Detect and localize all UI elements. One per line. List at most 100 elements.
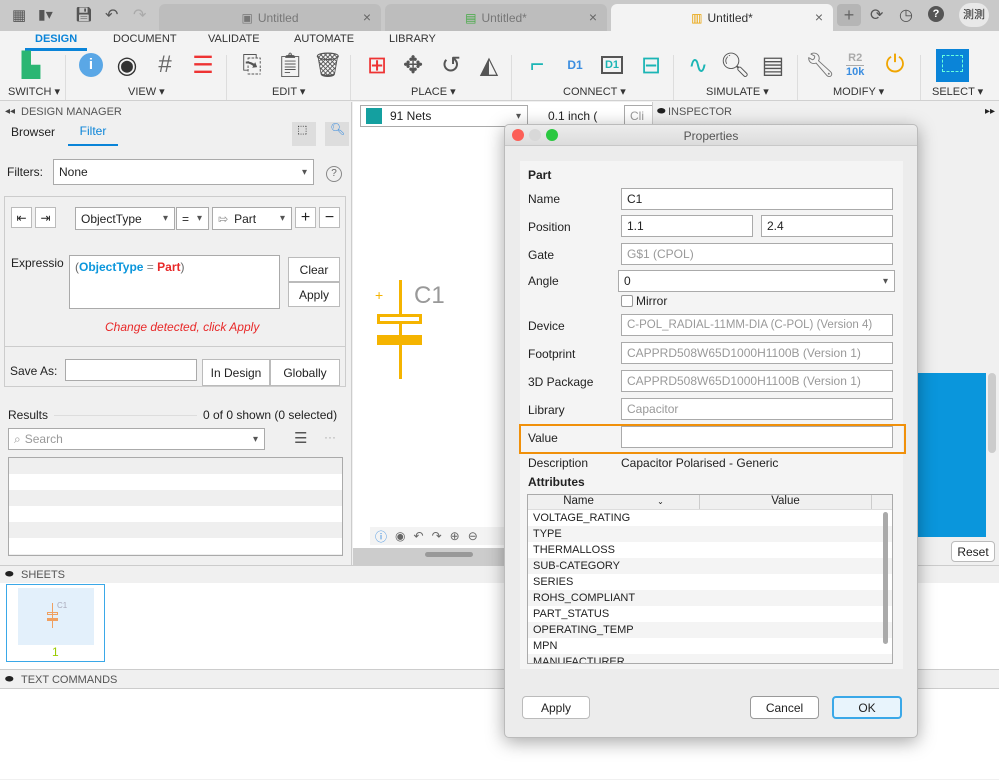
table-row[interactable]: SERIES <box>528 574 892 590</box>
extensions-icon[interactable]: ⟳ <box>870 5 883 25</box>
label-icon[interactable]: D1 <box>597 50 627 80</box>
name-field[interactable]: C1 <box>621 188 893 210</box>
doc-tab-3[interactable]: ▥ Untitled* × <box>611 4 833 31</box>
zoom-out-icon[interactable]: ⊖ <box>468 529 478 543</box>
filters-select[interactable]: None <box>53 159 314 185</box>
part-label[interactable]: C1 <box>414 282 445 310</box>
net-icon[interactable]: ⌐ <box>522 50 552 80</box>
redo-icon[interactable]: ↷ <box>133 5 146 25</box>
table-row[interactable]: PART_STATUS <box>528 606 892 622</box>
tab-automate[interactable]: AUTOMATE <box>294 33 354 45</box>
connector-icon[interactable]: ⏻ <box>880 50 910 80</box>
save-icon[interactable]: 💾︎ <box>75 6 93 23</box>
inspector-scrollbar[interactable] <box>988 373 996 453</box>
results-list[interactable] <box>8 457 343 556</box>
tab-design[interactable]: DESIGN <box>25 33 88 51</box>
grid-icon[interactable]: # <box>150 50 180 80</box>
edit-group-label[interactable]: EDIT ▾ <box>272 85 305 98</box>
apply-button[interactable]: Apply <box>522 696 590 719</box>
name-icon[interactable]: D1 <box>560 50 590 80</box>
save-in-design-button[interactable]: In Design <box>202 359 270 386</box>
cancel-button[interactable]: Cancel <box>750 696 819 719</box>
collapse-icon[interactable]: ⬬ <box>657 106 666 117</box>
expand-icon[interactable]: ▸▸ <box>985 106 995 117</box>
copy-icon[interactable]: ⎘ <box>237 50 267 80</box>
capacitor-plate-negative[interactable] <box>377 335 422 345</box>
eye-icon[interactable]: ◉ <box>112 50 142 80</box>
wrench-icon[interactable]: 🔧︎ <box>805 50 835 80</box>
select-group-label[interactable]: SELECT ▾ <box>932 85 983 98</box>
undo-icon[interactable]: ↶ <box>105 5 118 25</box>
tab-library[interactable]: LIBRARY <box>389 33 436 45</box>
close-icon[interactable]: × <box>363 9 371 25</box>
paste-icon[interactable]: 📋︎ <box>275 50 305 80</box>
layers-icon[interactable]: ☰ <box>188 50 218 80</box>
angle-select[interactable]: 0 <box>618 270 895 292</box>
connect-group-label[interactable]: CONNECT ▾ <box>563 85 626 98</box>
pinswap-icon[interactable]: ⊟ <box>636 50 666 80</box>
remove-condition-button[interactable]: − <box>319 207 340 228</box>
close-icon[interactable]: × <box>815 9 823 25</box>
sine-icon[interactable]: ∿ <box>683 50 713 80</box>
tab-document[interactable]: DOCUMENT <box>113 33 177 45</box>
select-icon[interactable] <box>936 49 969 82</box>
outdent-button[interactable]: ⇤ <box>11 207 32 228</box>
delete-icon[interactable]: 🗑︎ <box>313 50 343 80</box>
redo-icon[interactable]: ↷ <box>432 529 442 543</box>
zoom-in-icon[interactable]: ⊕ <box>450 529 460 543</box>
add-condition-button[interactable]: + <box>295 207 316 228</box>
zoom-filter-button[interactable]: 🔍︎ <box>325 122 349 146</box>
more-icon[interactable]: ··· <box>324 430 336 444</box>
view-group-label[interactable]: VIEW ▾ <box>128 85 165 98</box>
tab-browser[interactable]: Browser <box>11 125 55 139</box>
value-icon[interactable]: R2 10k <box>846 52 865 79</box>
list-view-icon[interactable]: ☰ <box>294 429 307 447</box>
add-part-icon[interactable]: ⊞ <box>362 50 392 80</box>
eye-icon[interactable]: ◉ <box>395 529 405 543</box>
column-name[interactable]: Name ⌄ <box>528 495 700 509</box>
info-icon[interactable]: ⓘ <box>375 528 387 545</box>
close-icon[interactable]: × <box>589 9 597 25</box>
multimeter-icon[interactable]: ▤ <box>758 50 788 80</box>
value-select[interactable]: ⇰ Part <box>212 207 292 230</box>
ok-button[interactable]: OK <box>832 696 902 719</box>
undo-icon[interactable]: ↶ <box>414 529 424 543</box>
modify-group-label[interactable]: MODIFY ▾ <box>833 85 884 98</box>
field-select[interactable]: ObjectType <box>75 207 175 230</box>
file-icon[interactable]: ▮▾ <box>38 6 53 23</box>
info-icon[interactable]: i <box>76 50 106 80</box>
clock-icon[interactable]: ◷ <box>899 5 913 25</box>
collapse-icon[interactable]: ◂◂ <box>5 106 15 117</box>
switch-icon[interactable]: ▙ <box>16 50 46 80</box>
value-field[interactable] <box>621 426 893 448</box>
position-x-field[interactable]: 1.1 <box>621 215 753 237</box>
table-row[interactable]: MPN <box>528 638 892 654</box>
switch-group-label[interactable]: SWITCH ▾ <box>8 85 60 98</box>
mirror-checkbox[interactable] <box>621 295 633 307</box>
table-row[interactable]: MANUFACTURER <box>528 654 892 663</box>
save-as-input[interactable] <box>65 359 197 381</box>
clear-button[interactable]: Clear <box>288 257 340 282</box>
apply-filter-button[interactable]: Apply <box>288 282 340 307</box>
capacitor-lead[interactable] <box>399 280 402 379</box>
move-icon[interactable]: ✥ <box>398 50 428 80</box>
new-tab-button[interactable]: + <box>837 4 861 26</box>
operator-select[interactable]: = <box>176 207 209 230</box>
nets-select[interactable]: 91 Nets <box>360 105 528 127</box>
probe-icon[interactable]: 🔍︎ <box>720 50 750 80</box>
doc-tab-2[interactable]: ▤ Untitled* × <box>385 4 607 31</box>
table-row[interactable]: VOLTAGE_RATING <box>528 510 892 526</box>
grid-icon[interactable]: ▦ <box>12 6 26 24</box>
collapse-icon[interactable]: ⬬ <box>5 569 14 580</box>
column-value[interactable]: Value <box>700 495 872 509</box>
save-globally-button[interactable]: Globally <box>270 359 340 386</box>
collapse-icon[interactable]: ⬬ <box>5 674 14 685</box>
attributes-scrollbar[interactable] <box>883 512 888 644</box>
sheet-thumbnail[interactable]: C1 1 <box>6 584 105 662</box>
results-search[interactable]: ⌕ Search <box>8 428 265 450</box>
table-row[interactable]: THERMALLOSS <box>528 542 892 558</box>
simulate-group-label[interactable]: SIMULATE ▾ <box>706 85 769 98</box>
help-icon[interactable]: ? <box>928 6 944 22</box>
select-filter-button[interactable]: ⬚ <box>292 122 316 146</box>
tab-validate[interactable]: VALIDATE <box>208 33 260 45</box>
